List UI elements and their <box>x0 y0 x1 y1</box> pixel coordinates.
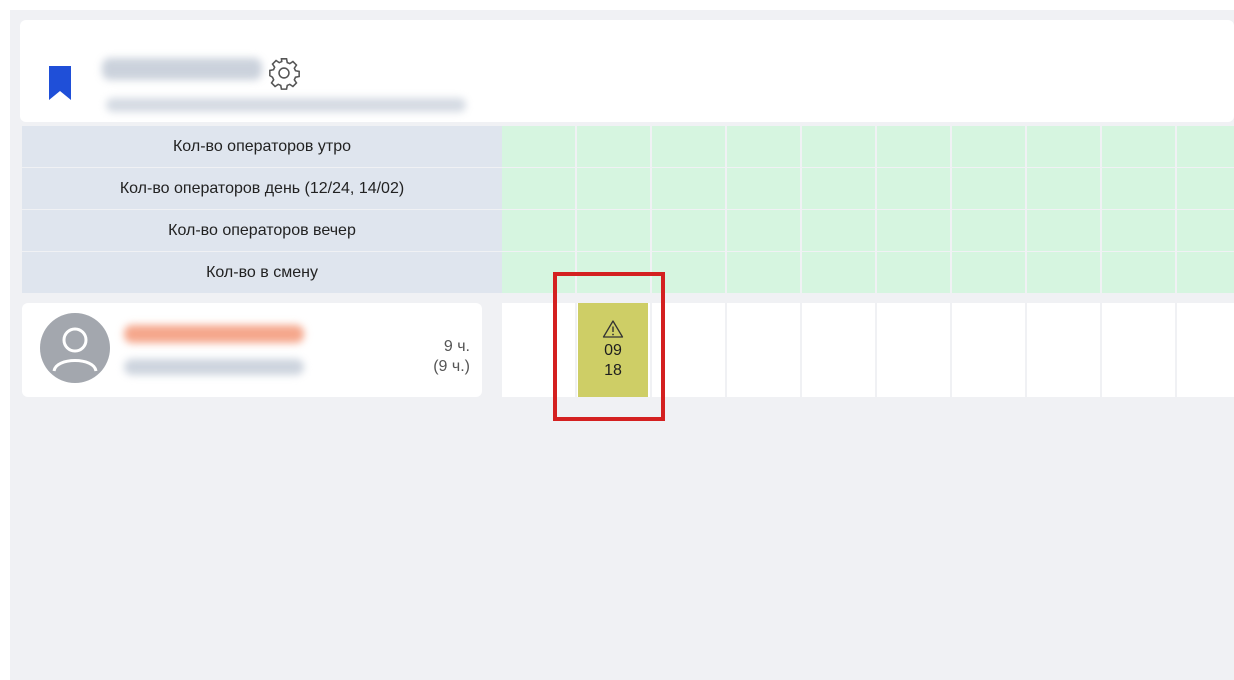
summary-cell[interactable] <box>877 210 950 251</box>
label-morning: Кол-во операторов утро <box>22 126 502 167</box>
group-name-redacted <box>102 58 262 80</box>
summary-cell[interactable] <box>952 126 1025 167</box>
summary-cell[interactable] <box>802 126 875 167</box>
summary-cell[interactable] <box>802 210 875 251</box>
summary-grid <box>502 126 1234 293</box>
summary-cell[interactable] <box>577 210 650 251</box>
summary-cell[interactable] <box>1177 210 1234 251</box>
summary-cell[interactable] <box>1102 126 1175 167</box>
summary-cell[interactable] <box>1027 168 1100 209</box>
summary-cell[interactable] <box>652 168 725 209</box>
employee-schedule-row: 09 18 <box>502 303 1234 397</box>
summary-cell[interactable] <box>952 168 1025 209</box>
user-avatar-icon[interactable] <box>40 313 110 383</box>
shift-start: 09 <box>604 342 622 359</box>
summary-cell[interactable] <box>802 168 875 209</box>
summary-cell[interactable] <box>877 168 950 209</box>
summary-cell[interactable] <box>727 210 800 251</box>
summary-cell[interactable] <box>877 126 950 167</box>
summary-cell[interactable] <box>1027 210 1100 251</box>
summary-cell[interactable] <box>652 252 725 293</box>
summary-cell[interactable] <box>577 252 650 293</box>
summary-cell[interactable] <box>652 210 725 251</box>
employee-name-redacted[interactable] <box>124 325 304 343</box>
shift-block[interactable]: 09 18 <box>578 303 648 397</box>
label-per-shift: Кол-во в смену <box>22 252 502 293</box>
employee-card[interactable]: 9 ч. (9 ч.) <box>22 303 482 397</box>
gear-icon[interactable] <box>267 56 301 90</box>
label-evening: Кол-во операторов вечер <box>22 210 502 251</box>
schedule-cell[interactable] <box>727 303 800 397</box>
summary-cell[interactable] <box>652 126 725 167</box>
summary-cell[interactable] <box>727 126 800 167</box>
schedule-cell[interactable]: 09 18 <box>577 303 650 397</box>
summary-cell[interactable] <box>952 252 1025 293</box>
label-day: Кол-во операторов день (12/24, 14/02) <box>22 168 502 209</box>
summary-cell[interactable] <box>577 126 650 167</box>
summary-cell[interactable] <box>577 168 650 209</box>
summary-cell[interactable] <box>952 210 1025 251</box>
hours-planned: 9 ч. <box>443 338 470 355</box>
shift-end: 18 <box>604 362 622 379</box>
schedule-cell[interactable] <box>802 303 875 397</box>
hours-total: (9 ч.) <box>433 358 470 375</box>
schedule-cell[interactable] <box>952 303 1025 397</box>
summary-cell[interactable] <box>1102 168 1175 209</box>
group-subtitle-redacted <box>106 98 466 112</box>
group-header <box>20 20 1234 122</box>
schedule-cell[interactable] <box>1177 303 1234 397</box>
schedule-cell[interactable] <box>1027 303 1100 397</box>
employee-hours: 9 ч. (9 ч.) <box>433 337 470 377</box>
summary-cell[interactable] <box>502 252 575 293</box>
summary-cell[interactable] <box>1027 252 1100 293</box>
warning-icon <box>602 320 624 338</box>
bookmark-icon[interactable] <box>47 64 73 102</box>
summary-cell[interactable] <box>1177 252 1234 293</box>
summary-cell[interactable] <box>877 252 950 293</box>
summary-cell[interactable] <box>1102 252 1175 293</box>
summary-cell[interactable] <box>727 252 800 293</box>
schedule-cell[interactable] <box>652 303 725 397</box>
schedule-page: Кол-во операторов утро Кол-во операторов… <box>10 10 1234 680</box>
summary-cell[interactable] <box>502 168 575 209</box>
summary-cell[interactable] <box>1027 126 1100 167</box>
schedule-cell[interactable] <box>502 303 575 397</box>
summary-cell[interactable] <box>1177 126 1234 167</box>
summary-cell[interactable] <box>1177 168 1234 209</box>
summary-cell[interactable] <box>727 168 800 209</box>
summary-cell[interactable] <box>802 252 875 293</box>
summary-cell[interactable] <box>1102 210 1175 251</box>
schedule-cell[interactable] <box>1102 303 1175 397</box>
summary-cell[interactable] <box>502 210 575 251</box>
schedule-cell[interactable] <box>877 303 950 397</box>
employee-subtitle-redacted <box>124 359 304 375</box>
summary-labels: Кол-во операторов утро Кол-во операторов… <box>22 126 502 294</box>
summary-cell[interactable] <box>502 126 575 167</box>
